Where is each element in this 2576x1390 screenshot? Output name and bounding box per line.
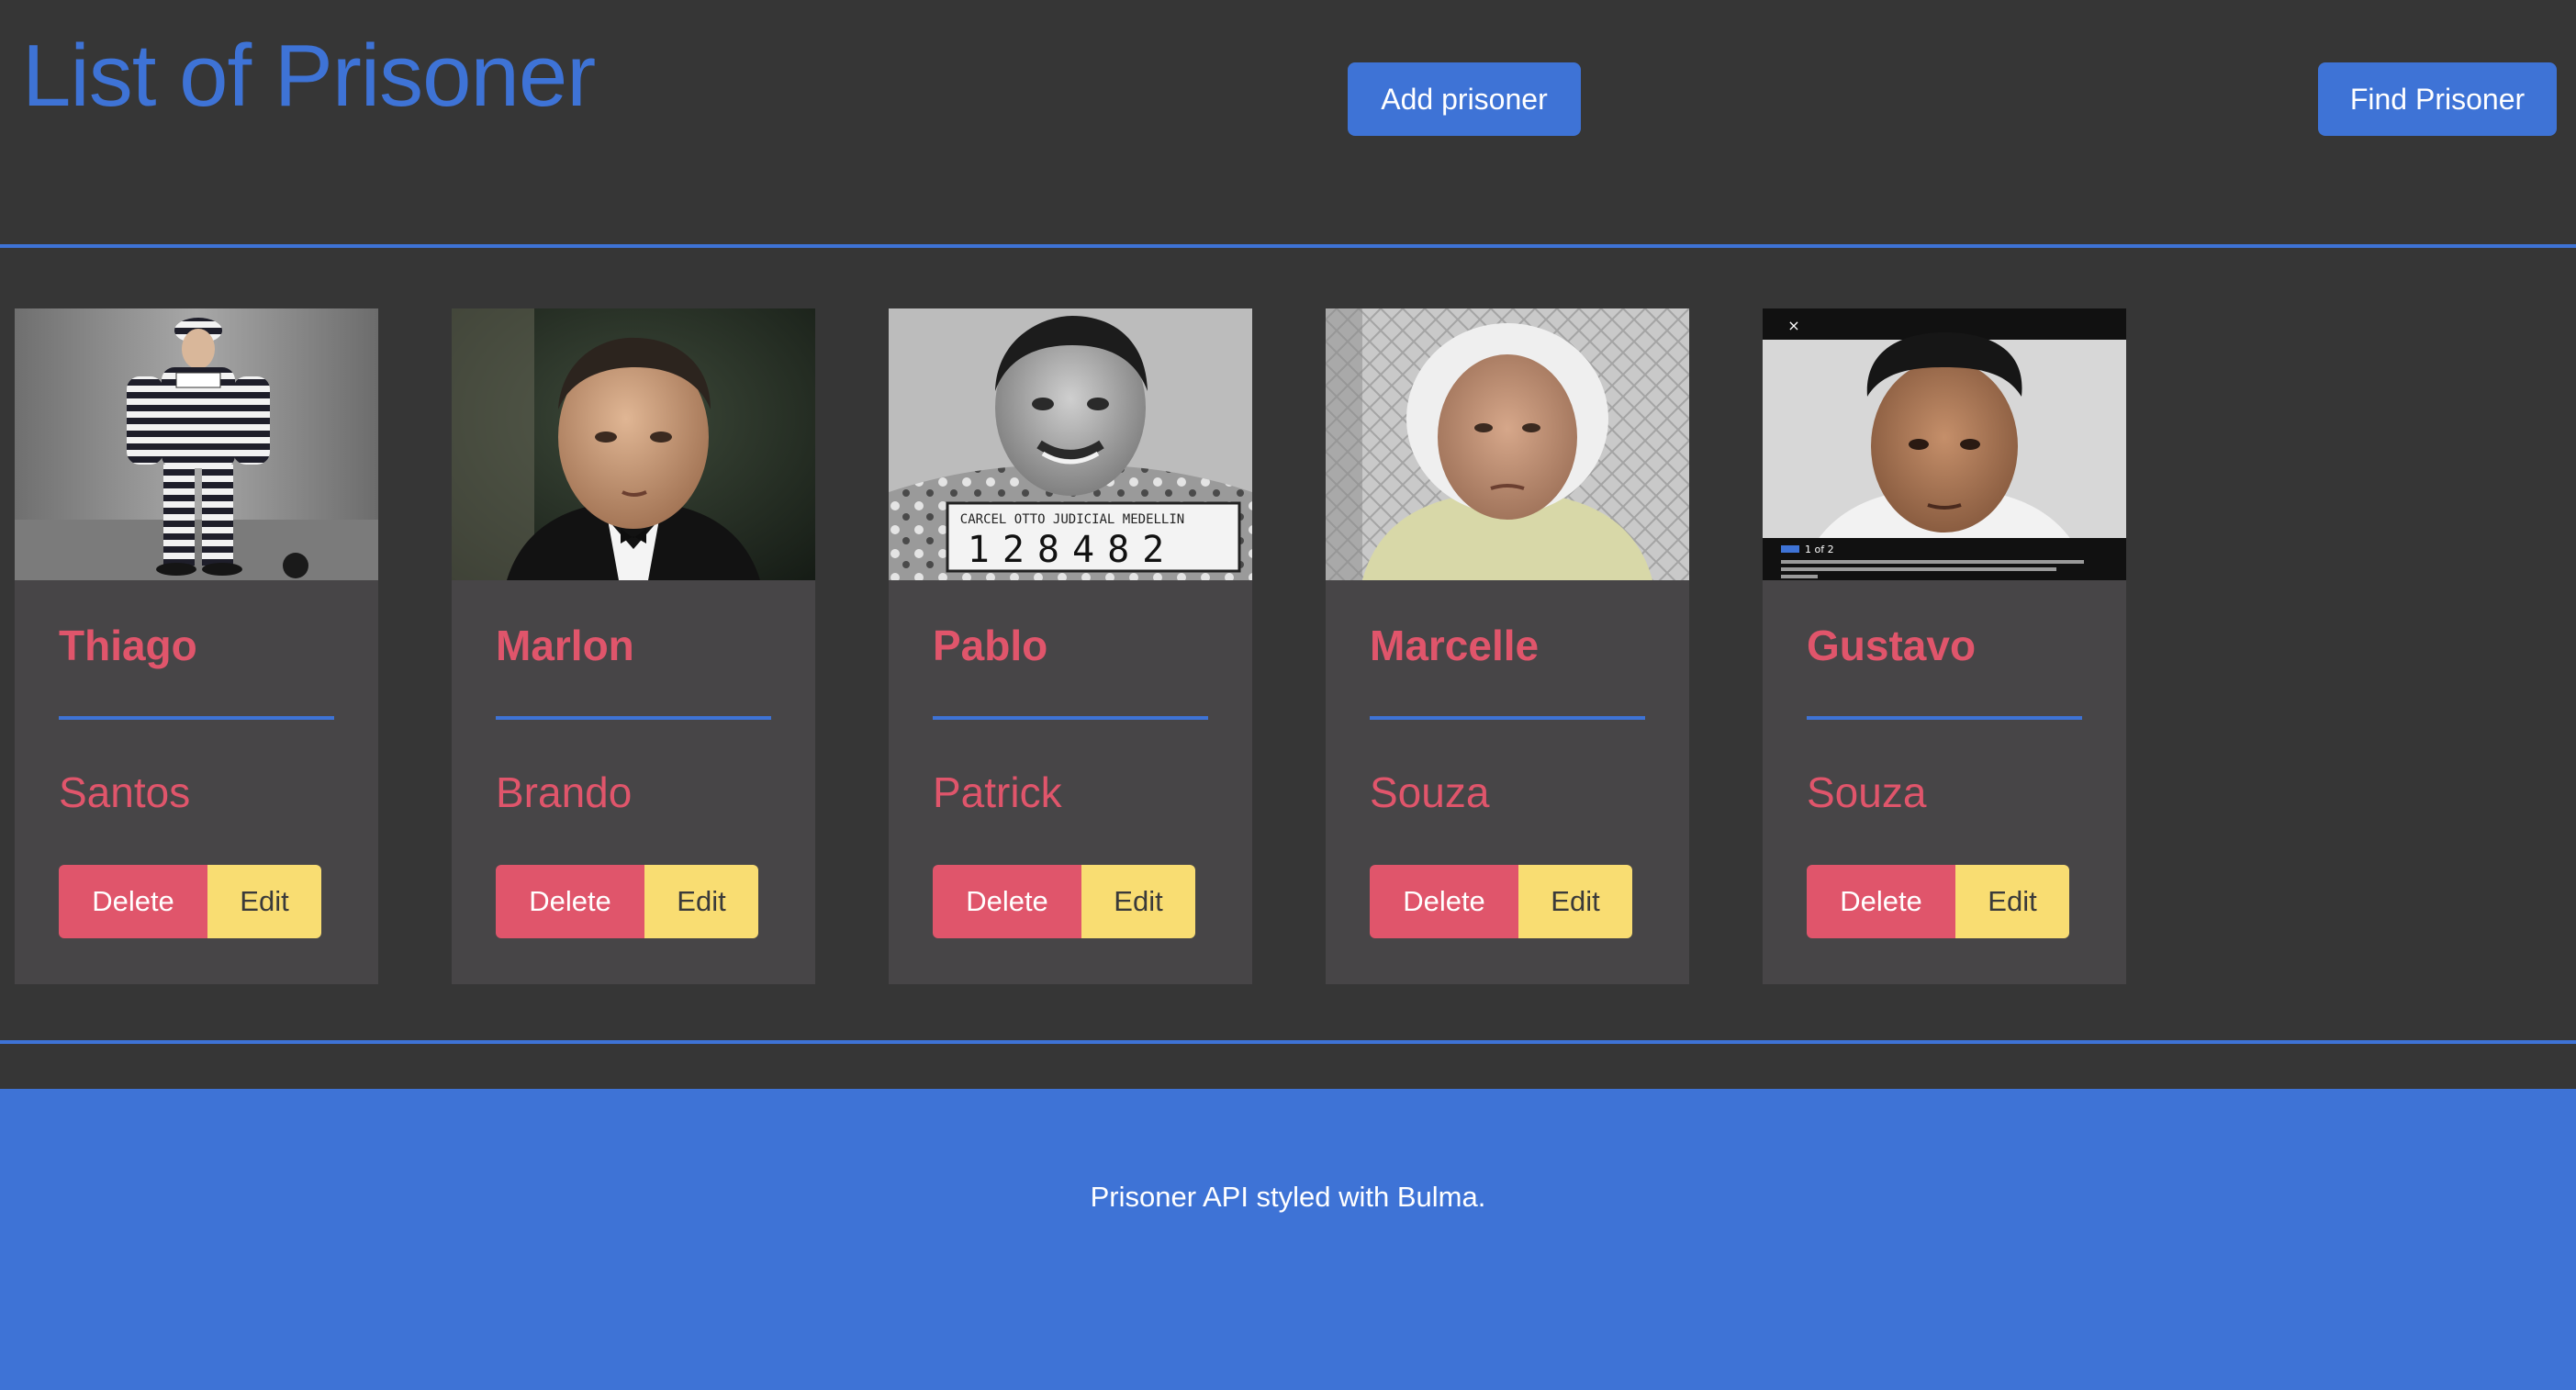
prisoner-card: CARCEL OTTO JUDICIAL MEDELLIN 128482 Pab… bbox=[889, 308, 1252, 984]
prisoner-photo: × 1 of 2 bbox=[1763, 308, 2126, 580]
delete-button[interactable]: Delete bbox=[933, 865, 1081, 938]
content-divider bbox=[0, 1040, 2576, 1044]
card-divider bbox=[1370, 716, 1645, 720]
prisoner-photo bbox=[15, 308, 378, 580]
prisoner-card-list: Thiago Santos Delete Edit Marlon Brando … bbox=[0, 308, 2576, 984]
delete-button[interactable]: Delete bbox=[496, 865, 644, 938]
prisoner-first-name: Pablo bbox=[933, 622, 1048, 669]
add-prisoner-button[interactable]: Add prisoner bbox=[1348, 62, 1581, 136]
prisoner-last-name: Patrick bbox=[933, 768, 1062, 816]
card-actions: Delete Edit bbox=[1807, 865, 2069, 938]
delete-button[interactable]: Delete bbox=[59, 865, 207, 938]
card-divider bbox=[496, 716, 771, 720]
footer-text: Prisoner API styled with Bulma. bbox=[1090, 1181, 1486, 1213]
card-divider bbox=[933, 716, 1208, 720]
prisoner-card: Thiago Santos Delete Edit bbox=[15, 308, 378, 984]
prisoner-card: Marlon Brando Delete Edit bbox=[452, 308, 815, 984]
edit-button[interactable]: Edit bbox=[1081, 865, 1195, 938]
page-header: List of Prisoner Add prisoner Find Priso… bbox=[0, 0, 2576, 246]
card-divider bbox=[1807, 716, 2082, 720]
prisoner-first-name: Thiago bbox=[59, 622, 197, 669]
prisoner-first-name: Marlon bbox=[496, 622, 634, 669]
edit-button[interactable]: Edit bbox=[207, 865, 321, 938]
edit-button[interactable]: Edit bbox=[644, 865, 758, 938]
prisoner-last-name: Santos bbox=[59, 768, 191, 816]
prisoner-photo: CARCEL OTTO JUDICIAL MEDELLIN 128482 bbox=[889, 308, 1252, 580]
prisoner-last-name: Souza bbox=[1370, 768, 1490, 816]
delete-button[interactable]: Delete bbox=[1807, 865, 1955, 938]
prisoner-card: Marcelle Souza Delete Edit bbox=[1326, 308, 1689, 984]
card-actions: Delete Edit bbox=[1370, 865, 1632, 938]
svg-text:1 of 2: 1 of 2 bbox=[1805, 544, 1834, 555]
svg-text:128482: 128482 bbox=[968, 529, 1178, 571]
page-footer: Prisoner API styled with Bulma. bbox=[0, 1089, 2576, 1390]
delete-button[interactable]: Delete bbox=[1370, 865, 1518, 938]
prisoner-photo bbox=[452, 308, 815, 580]
prisoner-last-name: Brando bbox=[496, 768, 633, 816]
prisoner-first-name: Gustavo bbox=[1807, 622, 1977, 669]
edit-button[interactable]: Edit bbox=[1955, 865, 2069, 938]
header-divider bbox=[0, 244, 2576, 248]
find-prisoner-button[interactable]: Find Prisoner bbox=[2318, 62, 2557, 136]
card-divider bbox=[59, 716, 334, 720]
prisoner-photo bbox=[1326, 308, 1689, 580]
svg-text:CARCEL OTTO JUDICIAL MEDELLIN: CARCEL OTTO JUDICIAL MEDELLIN bbox=[960, 512, 1184, 527]
prisoner-card: × 1 of 2 Gustavo Souza Delete Edit bbox=[1763, 308, 2126, 984]
card-actions: Delete Edit bbox=[496, 865, 758, 938]
edit-button[interactable]: Edit bbox=[1518, 865, 1632, 938]
prisoner-first-name: Marcelle bbox=[1370, 622, 1540, 669]
svg-text:×: × bbox=[1787, 317, 1799, 334]
page-title: List of Prisoner bbox=[22, 27, 596, 125]
prisoner-last-name: Souza bbox=[1807, 768, 1927, 816]
card-actions: Delete Edit bbox=[59, 865, 321, 938]
card-actions: Delete Edit bbox=[933, 865, 1195, 938]
